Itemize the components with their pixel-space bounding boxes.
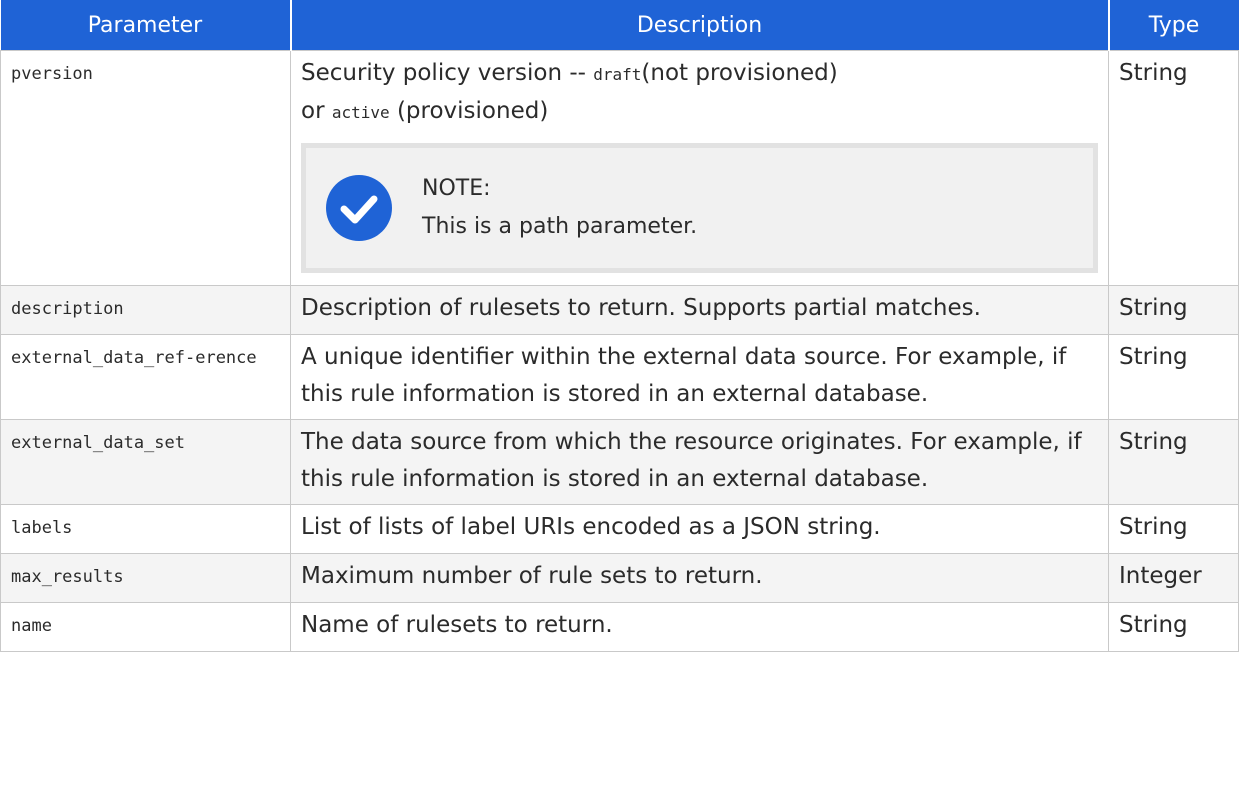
description-cell: The data source from which the resource … — [290, 419, 1109, 505]
code-draft: draft — [593, 65, 642, 84]
note-body: This is a path parameter. — [422, 214, 698, 239]
table-row: external_data_ref-erence A unique identi… — [0, 334, 1239, 420]
description-cell: List of lists of label URIs encoded as a… — [290, 504, 1109, 554]
check-circle-icon — [326, 175, 392, 241]
param-cell: name — [0, 602, 291, 652]
header-parameter: Parameter — [0, 0, 291, 51]
table-row: pversion Security policy version -- draf… — [0, 50, 1239, 286]
param-cell: labels — [0, 504, 291, 554]
type-cell: String — [1108, 334, 1239, 420]
type-cell: Integer — [1108, 553, 1239, 603]
parameters-table: Parameter Description Type pversion Secu… — [0, 0, 1239, 652]
type-cell: String — [1108, 285, 1239, 335]
type-cell: String — [1108, 50, 1239, 286]
table-row: external_data_set The data source from w… — [0, 419, 1239, 505]
table-row: name Name of rulesets to return. String — [0, 602, 1239, 652]
param-cell: external_data_ref-erence — [0, 334, 291, 420]
param-cell: external_data_set — [0, 419, 291, 505]
param-cell: max_results — [0, 553, 291, 603]
desc-text: (provisioned) — [389, 98, 549, 124]
header-row: Parameter Description Type — [0, 0, 1239, 51]
note-title: NOTE: — [422, 176, 491, 201]
description-cell: A unique identifier within the external … — [290, 334, 1109, 420]
note-box: NOTE: This is a path parameter. — [301, 143, 1098, 273]
table-row: description Description of rulesets to r… — [0, 285, 1239, 335]
type-cell: String — [1108, 504, 1239, 554]
header-description: Description — [289, 0, 1109, 51]
description-cell: Security policy version -- draft(not pro… — [290, 50, 1109, 286]
description-line-1: Security policy version -- draft(not pro… — [301, 55, 1098, 93]
desc-text: or — [301, 98, 332, 124]
desc-text: Security policy version -- — [301, 60, 594, 86]
type-cell: String — [1108, 419, 1239, 505]
table-row: labels List of lists of label URIs encod… — [0, 504, 1239, 554]
param-cell: pversion — [0, 50, 291, 286]
type-cell: String — [1108, 602, 1239, 652]
description-cell: Description of rulesets to return. Suppo… — [290, 285, 1109, 335]
note-text: NOTE: This is a path parameter. — [422, 170, 697, 246]
description-cell: Maximum number of rule sets to return. — [290, 553, 1109, 603]
description-cell: Name of rulesets to return. — [290, 602, 1109, 652]
desc-text: (not provisioned) — [641, 60, 838, 86]
param-cell: description — [0, 285, 291, 335]
header-type: Type — [1107, 0, 1239, 51]
table-row: max_results Maximum number of rule sets … — [0, 553, 1239, 603]
description-line-2: or active (provisioned) — [301, 93, 1098, 131]
code-active: active — [331, 103, 390, 122]
